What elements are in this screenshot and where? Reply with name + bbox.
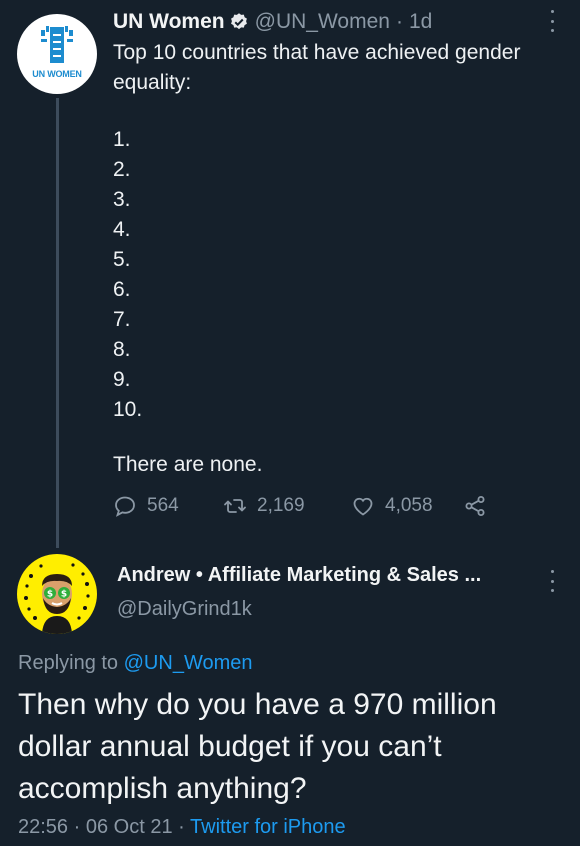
- replying-handle-link[interactable]: @UN_Women: [124, 652, 253, 674]
- display-name[interactable]: UN Women: [113, 10, 225, 34]
- list-item: 8.: [113, 338, 131, 361]
- retweet-count: 2,169: [257, 495, 305, 516]
- list-item: 10.: [113, 398, 143, 421]
- like-button[interactable]: 4,058: [351, 494, 463, 518]
- thread-line: [56, 98, 59, 548]
- verified-badge-icon: [230, 13, 247, 30]
- reply-handle[interactable]: @DailyGrind1k: [117, 598, 252, 621]
- like-icon: [353, 497, 373, 516]
- timestamp[interactable]: 1d: [409, 10, 432, 34]
- reply-button[interactable]: 564: [113, 494, 223, 518]
- un-women-logo-icon: [41, 26, 73, 63]
- handle[interactable]: @UN_Women: [255, 10, 390, 34]
- avatar-label: UN WOMEN: [32, 69, 82, 79]
- reply-text: Then why do you have a 970 million dolla…: [18, 688, 497, 805]
- list-item: 6.: [113, 278, 131, 301]
- retweet-icon: [224, 499, 246, 513]
- list-item: 1.: [113, 128, 131, 151]
- retweet-button[interactable]: 2,169: [223, 494, 351, 518]
- share-button[interactable]: [463, 494, 497, 518]
- replying-to: Replying to @UN_Women: [18, 652, 252, 675]
- tweet-text-closing: There are none.: [113, 453, 263, 476]
- meta-separator: ·: [73, 816, 81, 838]
- tweet-text-intro: Top 10 countries that have achieved gend…: [113, 41, 521, 94]
- reply-icon: [115, 496, 135, 517]
- empty-country-list: 1. 2. 3. 4. 5. 6. 7. 8. 9. 10.: [113, 125, 142, 425]
- replying-prefix: Replying to: [18, 652, 119, 674]
- list-item: 5.: [113, 248, 131, 271]
- un-women-avatar[interactable]: UN WOMEN: [17, 14, 97, 94]
- reply-display-name[interactable]: Andrew • Affiliate Marketing & Sales ...: [117, 564, 481, 587]
- tweet-date[interactable]: 06 Oct 21: [86, 816, 173, 838]
- meta-separator: ·: [178, 816, 185, 838]
- tweet-source-link[interactable]: Twitter for iPhone: [190, 816, 346, 838]
- list-item: 3.: [113, 188, 131, 211]
- more-options-icon[interactable]: [544, 10, 560, 32]
- tweet-time[interactable]: 22:56: [18, 816, 68, 838]
- tweet-meta: 22:56 · 06 Oct 21 · Twitter for iPhone: [18, 816, 346, 839]
- bitmoji-avatar-icon: $ $: [24, 563, 90, 634]
- separator-dot: ·: [395, 10, 403, 33]
- list-item: 7.: [113, 308, 131, 331]
- list-item: 4.: [113, 218, 131, 241]
- list-item: 2.: [113, 158, 131, 181]
- more-options-icon[interactable]: [544, 570, 560, 592]
- like-count: 4,058: [385, 495, 433, 516]
- svg-text:$: $: [47, 590, 53, 600]
- svg-text:$: $: [61, 590, 67, 600]
- share-icon: [465, 496, 485, 516]
- reply-tweet: $ $ Andrew • Affiliate Marketing & Sales…: [0, 548, 580, 846]
- tweet-actions: 564 2,169 4,058: [113, 491, 497, 521]
- list-item: 9.: [113, 368, 131, 391]
- reply-count: 564: [147, 495, 179, 516]
- tweet-header: UN Women @UN_Women · 1d: [113, 8, 432, 36]
- original-tweet: UN WOMEN UN Women @UN_Women · 1d Top 10 …: [0, 0, 580, 548]
- reply-author-avatar[interactable]: $ $: [17, 554, 97, 634]
